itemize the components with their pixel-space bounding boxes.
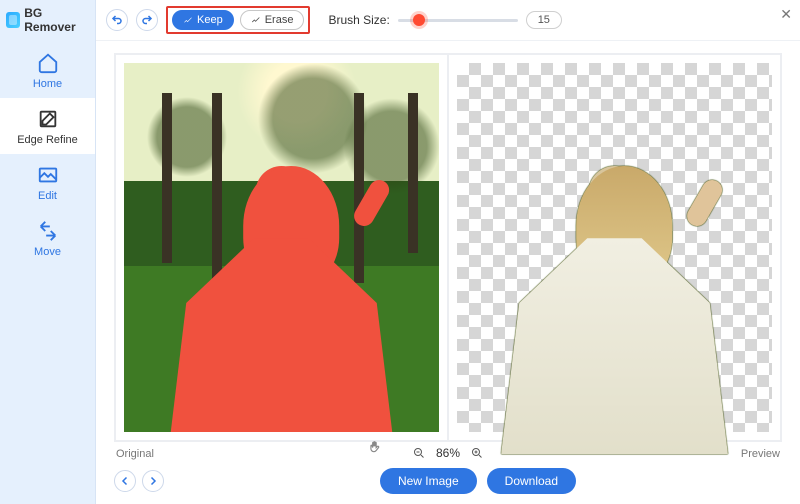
keep-brush-icon bbox=[183, 15, 193, 25]
move-icon bbox=[37, 220, 59, 242]
sidebar-item-label: Home bbox=[33, 78, 62, 90]
workspace bbox=[96, 41, 800, 448]
edit-icon bbox=[37, 164, 59, 186]
preview-label: Preview bbox=[741, 448, 780, 460]
main-area: Keep Erase Brush Size: 15 ✕ bbox=[96, 0, 800, 504]
keep-erase-highlight: Keep Erase bbox=[166, 6, 310, 34]
brush-size-slider-wrap bbox=[398, 19, 518, 22]
erase-button[interactable]: Erase bbox=[240, 10, 305, 30]
bottom-bar: 86% New Image Download bbox=[96, 462, 800, 504]
brush-size-label: Brush Size: bbox=[328, 13, 389, 27]
page-nav bbox=[114, 470, 164, 492]
brush-size-value[interactable]: 15 bbox=[526, 11, 562, 29]
original-image bbox=[124, 63, 439, 432]
brush-size-slider[interactable] bbox=[398, 19, 518, 22]
keep-mask-overlay bbox=[168, 166, 395, 432]
sidebar-item-label: Edit bbox=[38, 190, 57, 202]
close-button[interactable]: ✕ bbox=[780, 6, 792, 23]
sidebar-item-edit[interactable]: Edit bbox=[0, 154, 95, 210]
cutout-subject bbox=[501, 166, 728, 454]
zoom-controls: 86% bbox=[408, 442, 488, 464]
zoom-level: 86% bbox=[436, 446, 460, 460]
pan-tool[interactable] bbox=[368, 440, 382, 459]
chevron-right-icon bbox=[147, 475, 159, 487]
zoom-out-button[interactable] bbox=[408, 442, 430, 464]
sidebar-item-label: Edge Refine bbox=[17, 134, 78, 146]
keep-button[interactable]: Keep bbox=[172, 10, 234, 30]
sidebar-item-move[interactable]: Move bbox=[0, 210, 95, 266]
logo-icon bbox=[6, 12, 20, 28]
prev-button[interactable] bbox=[114, 470, 136, 492]
toolbar: Keep Erase Brush Size: 15 ✕ bbox=[96, 0, 800, 41]
sidebar: BG Remover Home Edge Refine Edit Move bbox=[0, 0, 96, 504]
redo-icon bbox=[141, 14, 153, 26]
sidebar-item-home[interactable]: Home bbox=[0, 42, 95, 98]
original-label: Original bbox=[116, 448, 154, 460]
chevron-left-icon bbox=[119, 475, 131, 487]
undo-icon bbox=[111, 14, 123, 26]
original-panel[interactable] bbox=[114, 53, 449, 442]
zoom-in-button[interactable] bbox=[466, 442, 488, 464]
next-button[interactable] bbox=[142, 470, 164, 492]
zoom-in-icon bbox=[471, 447, 483, 459]
new-image-button[interactable]: New Image bbox=[380, 468, 477, 494]
hand-icon bbox=[368, 440, 382, 454]
undo-button[interactable] bbox=[106, 9, 128, 31]
redo-button[interactable] bbox=[136, 9, 158, 31]
sidebar-item-label: Move bbox=[34, 246, 61, 258]
transparent-bg bbox=[457, 63, 772, 432]
home-icon bbox=[37, 52, 59, 74]
sidebar-item-edge-refine[interactable]: Edge Refine bbox=[0, 98, 95, 154]
zoom-out-icon bbox=[413, 447, 425, 459]
app-root: BG Remover Home Edge Refine Edit Move bbox=[0, 0, 800, 504]
preview-panel[interactable] bbox=[449, 53, 782, 442]
app-logo: BG Remover bbox=[0, 0, 95, 42]
app-title: BG Remover bbox=[24, 6, 89, 34]
download-button[interactable]: Download bbox=[487, 468, 576, 494]
erase-label: Erase bbox=[265, 14, 294, 26]
erase-brush-icon bbox=[251, 15, 261, 25]
edge-refine-icon bbox=[37, 108, 59, 130]
action-buttons: New Image Download bbox=[380, 468, 576, 494]
keep-label: Keep bbox=[197, 14, 223, 26]
